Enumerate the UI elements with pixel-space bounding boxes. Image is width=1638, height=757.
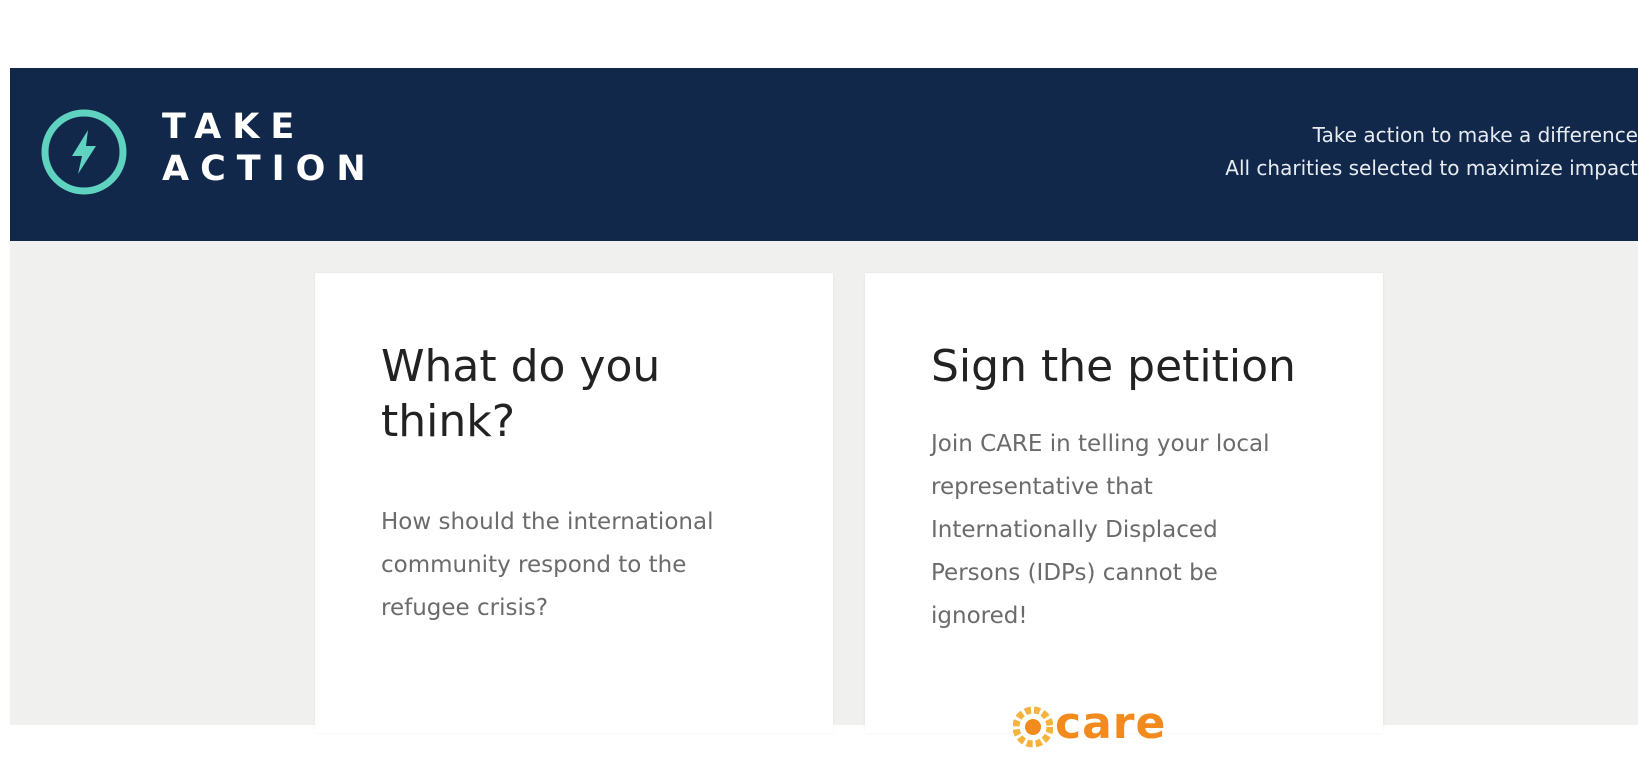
card-title: What do you think?: [381, 341, 661, 447]
tagline-line-2: All charities selected to maximize impac…: [1225, 156, 1638, 180]
site-header: TAKE ACTION Take action to make a differ…: [10, 68, 1638, 241]
card-title: Sign the petition: [931, 341, 1296, 392]
brand-wordmark[interactable]: TAKE ACTION: [162, 106, 377, 190]
care-swirl-icon: [1013, 706, 1053, 748]
header-tagline: Take action to make a difference All cha…: [1078, 119, 1638, 185]
brand-line-2: ACTION: [162, 149, 377, 189]
card-description: Join CARE in telling your local represen…: [931, 431, 1270, 629]
care-logo: care: [1013, 697, 1233, 757]
lightning-bolt-icon[interactable]: [40, 108, 128, 196]
care-logo-text: care: [1055, 698, 1167, 749]
tagline-line-1: Take action to make a difference: [1312, 123, 1638, 147]
card-description: How should the international community r…: [381, 509, 714, 621]
action-card-opinion[interactable]: What do you think? How should the intern…: [315, 273, 833, 733]
action-card-petition[interactable]: Sign the petition Join CARE in telling y…: [865, 273, 1383, 749]
brand-line-1: TAKE: [162, 107, 306, 147]
main-content: What do you think? How should the intern…: [10, 241, 1638, 749]
